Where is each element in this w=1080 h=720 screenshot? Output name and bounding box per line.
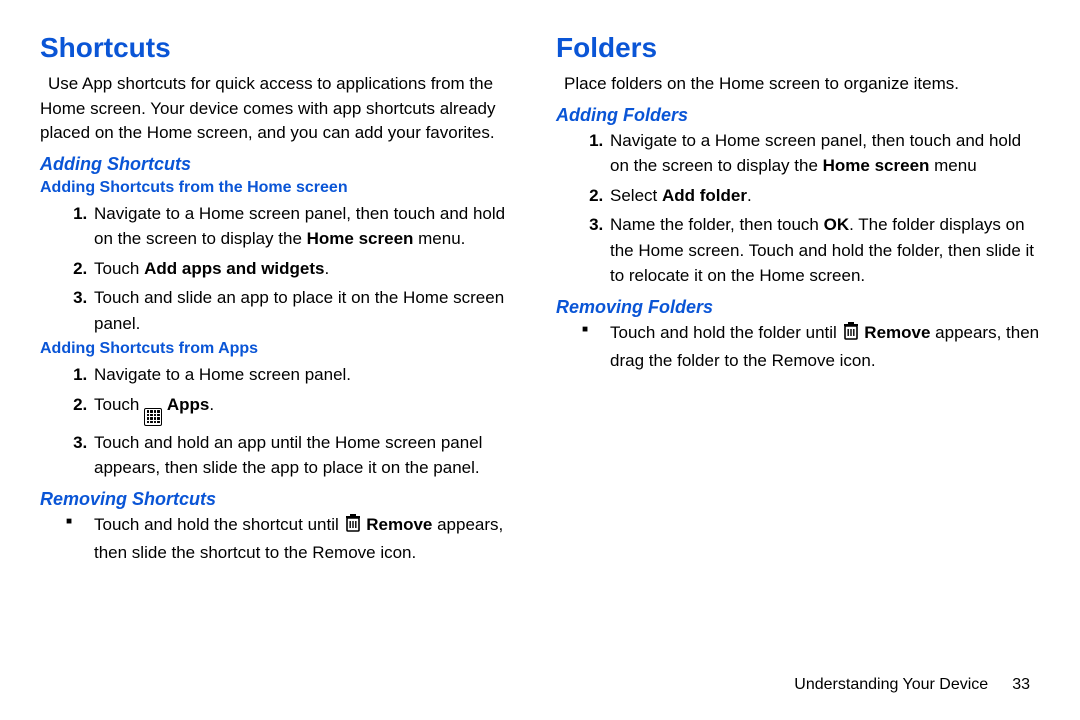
- heading-adding-shortcuts-home: Adding Shortcuts from the Home screen: [40, 179, 524, 197]
- shortcuts-intro: Use App shortcuts for quick access to ap…: [40, 72, 524, 146]
- text: .: [747, 186, 752, 205]
- list-item: Touch and hold the folder until Remove a…: [608, 320, 1040, 374]
- text: .: [325, 259, 330, 278]
- heading-shortcuts: Shortcuts: [40, 32, 524, 64]
- list-item: Select Add folder.: [608, 183, 1040, 209]
- bold-text: Remove: [366, 515, 432, 534]
- heading-adding-shortcuts: Adding Shortcuts: [40, 154, 524, 175]
- bold-text: Home screen: [823, 156, 930, 175]
- list-adding-shortcuts-home: Navigate to a Home screen panel, then to…: [40, 201, 524, 337]
- text: Name the folder, then touch: [610, 215, 824, 234]
- right-column: Folders Place folders on the Home screen…: [540, 32, 1040, 700]
- bold-text: Home screen: [307, 229, 414, 248]
- list-item: Touch and slide an app to place it on th…: [92, 285, 524, 336]
- bold-text: Add folder: [662, 186, 747, 205]
- text: Touch and hold the shortcut until: [94, 515, 344, 534]
- page: Shortcuts Use App shortcuts for quick ac…: [0, 0, 1080, 720]
- bold-text: Remove: [864, 323, 930, 342]
- page-number: 33: [1012, 676, 1030, 693]
- left-column: Shortcuts Use App shortcuts for quick ac…: [40, 32, 540, 700]
- list-removing-shortcuts: Touch and hold the shortcut until Remove…: [40, 512, 524, 566]
- text: menu.: [413, 229, 465, 248]
- heading-adding-folders: Adding Folders: [556, 105, 1040, 126]
- footer-section: Understanding Your Device: [794, 676, 988, 693]
- heading-adding-shortcuts-apps: Adding Shortcuts from Apps: [40, 340, 524, 358]
- list-item: Touch Apps.: [92, 392, 524, 426]
- list-adding-shortcuts-apps: Navigate to a Home screen panel. Touch A…: [40, 362, 524, 481]
- list-item: Navigate to a Home screen panel, then to…: [608, 128, 1040, 179]
- list-item: Navigate to a Home screen panel, then to…: [92, 201, 524, 252]
- trash-icon: [344, 513, 362, 541]
- text: .: [209, 395, 214, 414]
- bold-text: Add apps and widgets: [144, 259, 324, 278]
- folders-intro: Place folders on the Home screen to orga…: [556, 72, 1040, 97]
- heading-removing-folders: Removing Folders: [556, 297, 1040, 318]
- trash-icon: [842, 321, 860, 349]
- heading-removing-shortcuts: Removing Shortcuts: [40, 489, 524, 510]
- bold-text: Apps: [167, 395, 210, 414]
- heading-folders: Folders: [556, 32, 1040, 64]
- text: menu: [929, 156, 976, 175]
- bold-text: OK: [824, 215, 850, 234]
- apps-grid-icon: [144, 408, 162, 426]
- list-item: Touch Add apps and widgets.: [92, 256, 524, 282]
- text: Touch and hold the folder until: [610, 323, 842, 342]
- list-item: Touch and hold an app until the Home scr…: [92, 430, 524, 481]
- list-adding-folders: Navigate to a Home screen panel, then to…: [556, 128, 1040, 289]
- text: Select: [610, 186, 662, 205]
- list-item: Touch and hold the shortcut until Remove…: [92, 512, 524, 566]
- text: Touch: [94, 259, 144, 278]
- list-item: Name the folder, then touch OK. The fold…: [608, 212, 1040, 289]
- text: Touch: [94, 395, 144, 414]
- page-footer: Understanding Your Device 33: [794, 676, 1030, 694]
- list-item: Navigate to a Home screen panel.: [92, 362, 524, 388]
- list-removing-folders: Touch and hold the folder until Remove a…: [556, 320, 1040, 374]
